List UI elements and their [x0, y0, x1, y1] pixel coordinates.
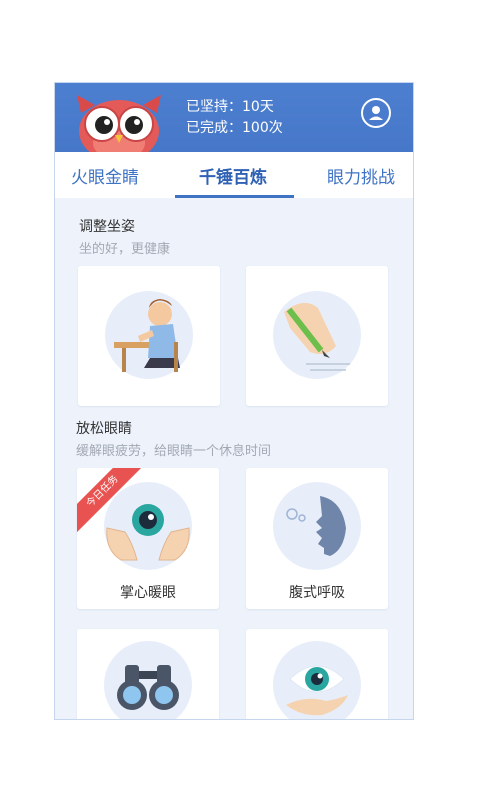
user-profile-button[interactable]: [361, 98, 391, 128]
header-bar: 已坚持：10天 已完成：100次: [55, 83, 413, 161]
tab-eye-challenge[interactable]: 眼力挑战: [327, 163, 395, 188]
binoculars-icon: [117, 665, 179, 710]
content-area[interactable]: 调整坐姿 坐的好，更健康 放松眼睛 缓解眼疲劳，给眼睛一个休息时间 今日任务 掌…: [55, 198, 413, 719]
posture-card-writing[interactable]: [78, 266, 220, 406]
card-abdominal-breathing[interactable]: 腹式呼吸: [246, 468, 388, 609]
tab-thousand-hammers[interactable]: 千锤百炼: [199, 163, 267, 188]
completed-count-text: 已完成：100次: [186, 120, 283, 136]
card-label-palm-warm: 掌心暖眼: [120, 585, 176, 601]
card-label-abdominal: 腹式呼吸: [289, 585, 345, 601]
card-palm-warm-eyes[interactable]: 今日任务 掌心暖眼: [77, 468, 219, 609]
tab-fire-eyes[interactable]: 火眼金睛: [71, 163, 139, 188]
tab-bar: 火眼金睛 千锤百炼 眼力挑战: [55, 152, 413, 198]
persist-days-text: 已坚持：10天: [186, 99, 274, 115]
card-binoculars[interactable]: [77, 629, 219, 719]
writing-boy-icon: [114, 299, 180, 372]
hand-eye-icon: [286, 665, 348, 716]
app-frame: 已坚持：10天 已完成：100次 火眼金睛 千锤百炼 眼力挑战 调整坐姿 坐的好…: [54, 82, 414, 720]
card-hand-eye[interactable]: [246, 629, 388, 719]
posture-card-pen-grip[interactable]: [246, 266, 388, 406]
user-icon: [369, 106, 383, 120]
progress-stats: 已坚持：10天 已完成：100次: [186, 97, 283, 139]
owl-mascot-icon: [77, 95, 161, 161]
pen-grip-icon: [284, 302, 350, 371]
section-title-posture: 调整坐姿: [79, 219, 135, 235]
section-subtitle-posture: 坐的好，更健康: [79, 242, 171, 257]
section-subtitle-relax: 缓解眼疲劳，给眼睛一个休息时间: [76, 444, 272, 459]
section-title-relax: 放松眼睛: [76, 421, 132, 437]
